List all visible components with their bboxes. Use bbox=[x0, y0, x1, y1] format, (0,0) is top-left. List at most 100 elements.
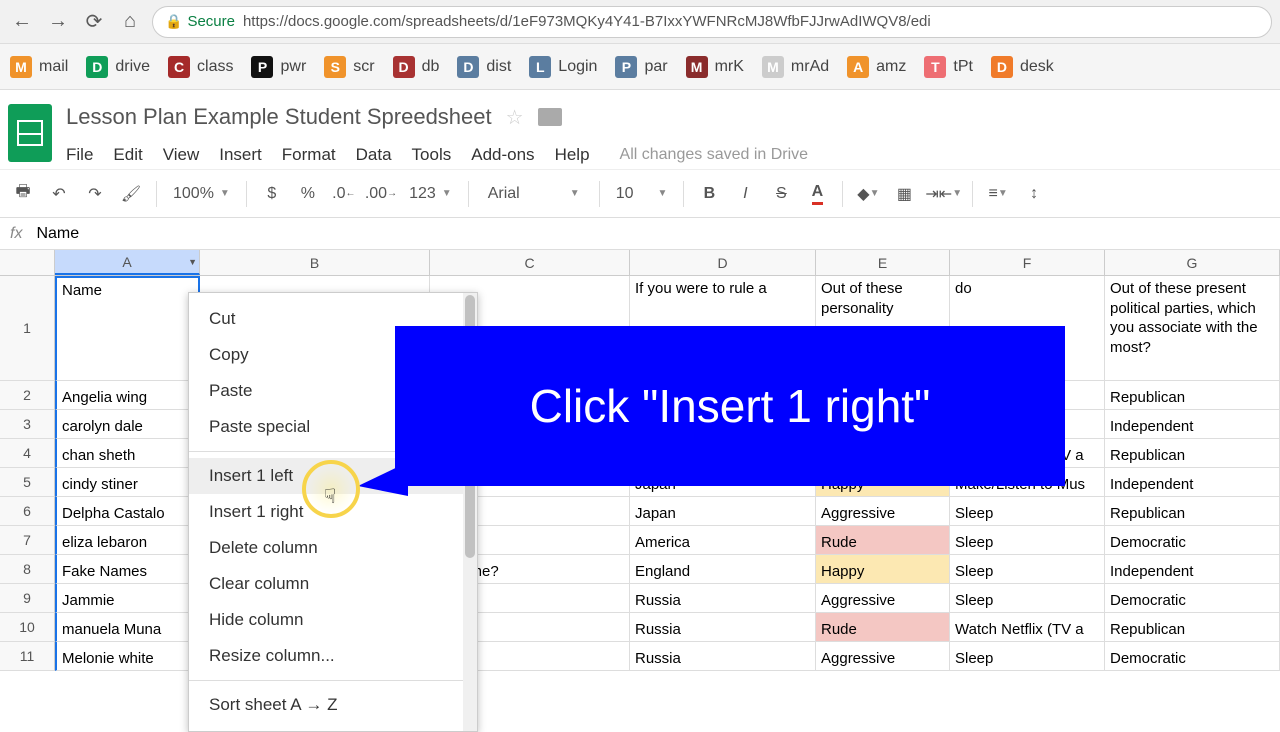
text-color-button[interactable]: A bbox=[802, 179, 832, 209]
context-menu-clear-column[interactable]: Clear column bbox=[189, 566, 477, 602]
menu-file[interactable]: File bbox=[66, 145, 93, 165]
column-header-B[interactable]: B bbox=[200, 250, 430, 275]
cell-E9[interactable]: Aggressive bbox=[816, 584, 950, 613]
cell-A3[interactable]: carolyn dale bbox=[55, 410, 200, 439]
menu-add-ons[interactable]: Add-ons bbox=[471, 145, 534, 165]
cell-G3[interactable]: Independent bbox=[1105, 410, 1280, 439]
cell-G4[interactable]: Republican bbox=[1105, 439, 1280, 468]
merge-button[interactable]: ⇥⇤▼ bbox=[925, 179, 962, 209]
bookmark-db[interactable]: Ddb bbox=[393, 56, 440, 78]
star-icon[interactable]: ☆ bbox=[506, 105, 524, 130]
row-header-7[interactable]: 7 bbox=[0, 526, 55, 555]
fill-color-button[interactable]: ◆▼ bbox=[853, 179, 883, 209]
cell-E11[interactable]: Aggressive bbox=[816, 642, 950, 671]
cell-D9[interactable]: Russia bbox=[630, 584, 816, 613]
cell-F11[interactable]: Sleep bbox=[950, 642, 1105, 671]
bookmark-scr[interactable]: Sscr bbox=[324, 56, 374, 78]
row-header-2[interactable]: 2 bbox=[0, 381, 55, 410]
bookmark-Login[interactable]: LLogin bbox=[529, 56, 597, 78]
context-menu-resize-column-[interactable]: Resize column... bbox=[189, 638, 477, 674]
column-header-D[interactable]: D bbox=[630, 250, 816, 275]
doc-title[interactable]: Lesson Plan Example Student Spreedsheet bbox=[66, 104, 492, 130]
menu-data[interactable]: Data bbox=[356, 145, 392, 165]
column-header-A[interactable]: A▼ bbox=[55, 250, 200, 275]
cell-F7[interactable]: Sleep bbox=[950, 526, 1105, 555]
cell-G2[interactable]: Republican bbox=[1105, 381, 1280, 410]
increase-decimal[interactable]: .00→ bbox=[365, 179, 397, 209]
cell-G10[interactable]: Republican bbox=[1105, 613, 1280, 642]
back-button[interactable]: ← bbox=[8, 8, 36, 36]
cell-D10[interactable]: Russia bbox=[630, 613, 816, 642]
reload-button[interactable]: ⟳ bbox=[80, 8, 108, 36]
h-align-button[interactable]: ≡▼ bbox=[983, 179, 1013, 209]
borders-button[interactable]: ▦ bbox=[889, 179, 919, 209]
bookmark-drive[interactable]: Ddrive bbox=[86, 56, 150, 78]
cell-E8[interactable]: Happy bbox=[816, 555, 950, 584]
home-button[interactable]: ⌂ bbox=[116, 8, 144, 36]
cell-G11[interactable]: Democratic bbox=[1105, 642, 1280, 671]
menu-format[interactable]: Format bbox=[282, 145, 336, 165]
cell-A11[interactable]: Melonie white bbox=[55, 642, 200, 671]
context-menu-sort-sheet-a-z[interactable]: Sort sheet A → Z bbox=[189, 687, 477, 723]
context-menu-delete-column[interactable]: Delete column bbox=[189, 530, 477, 566]
bookmark-amz[interactable]: Aamz bbox=[847, 56, 906, 78]
row-header-8[interactable]: 8 bbox=[0, 555, 55, 584]
bookmark-dist[interactable]: Ddist bbox=[457, 56, 511, 78]
undo-icon[interactable]: ↶ bbox=[44, 179, 74, 209]
column-header-E[interactable]: E bbox=[816, 250, 950, 275]
cell-A6[interactable]: Delpha Castalo bbox=[55, 497, 200, 526]
cell-A7[interactable]: eliza lebaron bbox=[55, 526, 200, 555]
cell-G6[interactable]: Republican bbox=[1105, 497, 1280, 526]
redo-icon[interactable]: ↷ bbox=[80, 179, 110, 209]
menu-tools[interactable]: Tools bbox=[412, 145, 452, 165]
cell-F8[interactable]: Sleep bbox=[950, 555, 1105, 584]
row-header-5[interactable]: 5 bbox=[0, 468, 55, 497]
cell-F6[interactable]: Sleep bbox=[950, 497, 1105, 526]
cell-A9[interactable]: Jammie bbox=[55, 584, 200, 613]
bookmark-pwr[interactable]: Ppwr bbox=[251, 56, 306, 78]
menu-help[interactable]: Help bbox=[555, 145, 590, 165]
forward-button[interactable]: → bbox=[44, 8, 72, 36]
percent-button[interactable]: % bbox=[293, 179, 323, 209]
cell-A4[interactable]: chan sheth bbox=[55, 439, 200, 468]
bookmark-tPt[interactable]: TtPt bbox=[924, 56, 973, 78]
bookmark-mrAd[interactable]: MmrAd bbox=[762, 56, 829, 78]
font-combo[interactable]: Arial▼ bbox=[479, 182, 589, 206]
cell-D11[interactable]: Russia bbox=[630, 642, 816, 671]
strikethrough-button[interactable]: S bbox=[766, 179, 796, 209]
bookmark-desk[interactable]: Ddesk bbox=[991, 56, 1054, 78]
cell-A2[interactable]: Angelia wing bbox=[55, 381, 200, 410]
column-header-G[interactable]: G bbox=[1105, 250, 1280, 275]
cell-E6[interactable]: Aggressive bbox=[816, 497, 950, 526]
bold-button[interactable]: B bbox=[694, 179, 724, 209]
column-header-C[interactable]: C bbox=[430, 250, 630, 275]
v-align-button[interactable]: ↕ bbox=[1019, 179, 1049, 209]
formula-bar[interactable]: fx Name bbox=[0, 218, 1280, 250]
row-header-9[interactable]: 9 bbox=[0, 584, 55, 613]
currency-button[interactable]: $ bbox=[257, 179, 287, 209]
bookmark-mrK[interactable]: MmrK bbox=[686, 56, 744, 78]
cell-G5[interactable]: Independent bbox=[1105, 468, 1280, 497]
menu-view[interactable]: View bbox=[163, 145, 200, 165]
cell-A10[interactable]: manuela Muna bbox=[55, 613, 200, 642]
cell-F10[interactable]: Watch Netflix (TV a bbox=[950, 613, 1105, 642]
url-bar[interactable]: 🔒 Secure https://docs.google.com/spreads… bbox=[152, 6, 1272, 38]
row-header-4[interactable]: 4 bbox=[0, 439, 55, 468]
cell-E7[interactable]: Rude bbox=[816, 526, 950, 555]
font-size-combo[interactable]: 10▼ bbox=[610, 185, 674, 203]
row-header-10[interactable]: 10 bbox=[0, 613, 55, 642]
select-all-corner[interactable] bbox=[0, 250, 55, 275]
cell-E10[interactable]: Rude bbox=[816, 613, 950, 642]
folder-icon[interactable] bbox=[538, 108, 562, 126]
cell-G9[interactable]: Democratic bbox=[1105, 584, 1280, 613]
cell-A1[interactable]: Name bbox=[55, 276, 200, 381]
bookmark-mail[interactable]: Mmail bbox=[10, 56, 68, 78]
bookmark-par[interactable]: Ppar bbox=[615, 56, 667, 78]
print-icon[interactable]: 🖶 bbox=[8, 179, 38, 209]
italic-button[interactable]: I bbox=[730, 179, 760, 209]
sheets-logo[interactable] bbox=[8, 104, 52, 162]
cell-F9[interactable]: Sleep bbox=[950, 584, 1105, 613]
menu-insert[interactable]: Insert bbox=[219, 145, 262, 165]
column-header-F[interactable]: F bbox=[950, 250, 1105, 275]
more-formats[interactable]: 123▼ bbox=[403, 185, 458, 203]
